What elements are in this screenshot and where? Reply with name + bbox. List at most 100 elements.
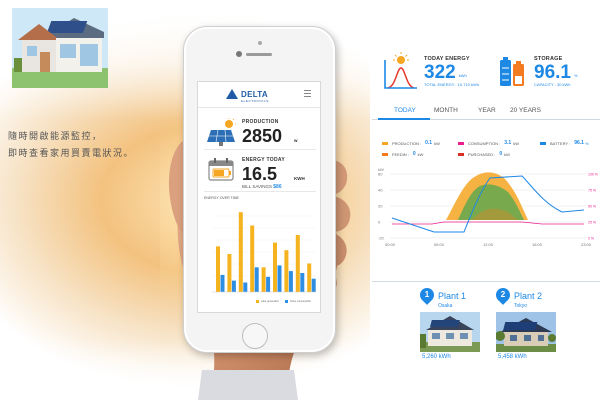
legend-battery-label: BATTERY : (550, 140, 571, 146)
legend-feedin-unit: kW (417, 151, 424, 157)
production-value: 2850 (242, 126, 283, 146)
hamburger-menu-icon[interactable] (304, 90, 311, 97)
legend-production: PRODUCTION : 0.1 kW (382, 140, 440, 146)
generation-bar (216, 246, 220, 292)
map-pin-icon: 1 (417, 285, 437, 305)
consumption-bar (243, 282, 248, 292)
delta-logo-icon (226, 89, 238, 99)
energy-chart-plot (212, 212, 316, 293)
legend-consumption-unit: kW (513, 140, 519, 146)
legend-consumption: home consumption (284, 300, 311, 303)
consumption-bar (220, 274, 225, 292)
storage-value: 96.1 (534, 62, 571, 83)
legend-battery: BATTERY : 96.1 % (540, 140, 589, 146)
energy-today-label: ENERGY TODAY (242, 157, 285, 163)
production-unit: w (294, 138, 298, 143)
legend-production-value: 0.1 (425, 140, 433, 146)
period-tabs: TODAY MONTH YEAR 20 YEARS (372, 104, 600, 120)
plant-card-1[interactable]: 1 Plant 1 Osaka 5,260 kWh (417, 285, 490, 372)
tab-today[interactable]: TODAY (394, 107, 416, 114)
delta-logo: DELTA ELECTRONICS (226, 89, 268, 103)
brand-subtitle: ELECTRONICS (241, 99, 269, 103)
plant-2-energy: 5,458 kWh (498, 354, 527, 360)
plant-1-number: 1 (424, 290, 430, 299)
left-tick-label: 0 (378, 220, 381, 225)
phone-sensor (258, 41, 262, 45)
left-tick-label: -20 (378, 236, 385, 241)
left-tick-label: 20 (378, 204, 383, 209)
generation-bar (273, 242, 277, 292)
consumption-bar (266, 276, 271, 292)
consumption-bar (311, 278, 316, 292)
tab-year[interactable]: YEAR (478, 107, 496, 114)
production-card: PRODUCTION 2850 w (204, 116, 316, 150)
active-tab-indicator (378, 118, 430, 120)
battery-storage-icon (500, 57, 524, 86)
energy-today-unit: KWH (294, 176, 305, 181)
smartphone: DELTA ELECTRONICS PRODUCTION 2850 w ENER… (183, 26, 336, 353)
right-tick-label: 75 % (588, 189, 596, 193)
right-tick-label: 0 % (588, 237, 594, 241)
plant-1-energy: 5,260 kWh (422, 354, 451, 360)
app-screen: DELTA ELECTRONICS PRODUCTION 2850 w ENER… (197, 81, 321, 313)
generation-bar (261, 267, 266, 292)
power-chart: kW 6040200-20 100 %75 %50 %25 %0 % 00:00… (378, 167, 598, 247)
legend-consumption-label: CONSUMPTION : (468, 140, 501, 146)
plants-divider (372, 281, 600, 282)
left-tick-label: 60 (378, 172, 383, 177)
brand-name: DELTA (241, 89, 268, 99)
x-tick-label: 12:00 (483, 242, 494, 247)
storage-stat: STORAGE 96.1 % CAPACITY : 30 kWh (534, 56, 578, 87)
consumption-bar (231, 280, 236, 292)
right-tick-label: 100 % (588, 173, 598, 177)
plant-2-number: 2 (500, 290, 506, 299)
x-tick-label: 06:00 (434, 242, 445, 247)
generation-bar (238, 212, 243, 292)
generation-bar (295, 235, 300, 292)
generation-bar (227, 254, 232, 292)
legend-purchased-value: 0 (499, 151, 503, 157)
phone-speaker (246, 53, 272, 56)
capacity-text: CAPACITY : 30 kWh (534, 82, 571, 87)
bill-savings-label: BILL SAVINGS (242, 184, 273, 189)
plant-card-2[interactable]: 2 Plant 2 Tokyo 5,458 kWh (493, 285, 566, 372)
x-tick-label: 00:00 (385, 242, 396, 247)
legend-battery-value: 96.1 (574, 140, 584, 146)
storage-unit: % (573, 73, 578, 78)
legend-purchased-unit: kW (504, 151, 510, 157)
today-energy-unit: kWh (458, 73, 467, 78)
generation-bar (250, 225, 255, 292)
plant-2-city: Tokyo (514, 303, 528, 309)
tab-20-years[interactable]: 20 YEARS (510, 107, 541, 114)
legend-consumption: CONSUMPTION : 3.1 kW (458, 140, 519, 146)
x-tick-label: 18:00 (532, 242, 543, 247)
plant-1-name: Plant 1 (438, 291, 467, 301)
consumption-bar (300, 273, 305, 292)
bill-savings-value: $86 (273, 184, 282, 190)
plant-2-photo (496, 312, 556, 352)
production-label: PRODUCTION (242, 119, 279, 125)
legend-production-unit: kW (434, 140, 440, 146)
bill-savings: BILL SAVINGS $86 (242, 184, 282, 190)
energy-today-card: ENERGY TODAY 16.5 KWH BILL SAVINGS $86 (204, 154, 316, 192)
tab-month[interactable]: MONTH (434, 107, 458, 114)
map-pin-icon: 2 (493, 285, 513, 305)
home-button[interactable] (242, 323, 268, 349)
phone-camera (236, 51, 242, 57)
total-energy-text: TOTAL ENERGY : 10,710 kWh (424, 82, 479, 87)
left-tick-label: 40 (378, 188, 383, 193)
energy-dashboard: TODAY ENERGY 322 kWh TOTAL ENERGY : 10,7… (372, 0, 600, 400)
today-energy-stat: TODAY ENERGY 322 kWh TOTAL ENERGY : 10,7… (424, 56, 479, 87)
legend-purchased: PURCHASED : 0 kW (458, 151, 510, 157)
legend-battery-unit: % (584, 140, 589, 146)
app-header: DELTA ELECTRONICS (198, 82, 320, 108)
chart-legend: PRODUCTION : 0.1 kW CONSUMPTION : 3.1 kW… (372, 134, 600, 164)
legend-consumption-value: 3.1 (504, 140, 512, 146)
energy-over-time-chart: ENERGY OVER TIME solar generation home c… (202, 196, 318, 310)
sun-curve-icon (384, 52, 417, 89)
legend-production-label: PRODUCTION : (392, 140, 422, 146)
legend-feedin-value: 0 (412, 151, 416, 157)
consumption-line (392, 221, 584, 225)
legend-purchased-label: PURCHASED : (468, 151, 496, 157)
right-tick-label: 50 % (588, 205, 596, 209)
